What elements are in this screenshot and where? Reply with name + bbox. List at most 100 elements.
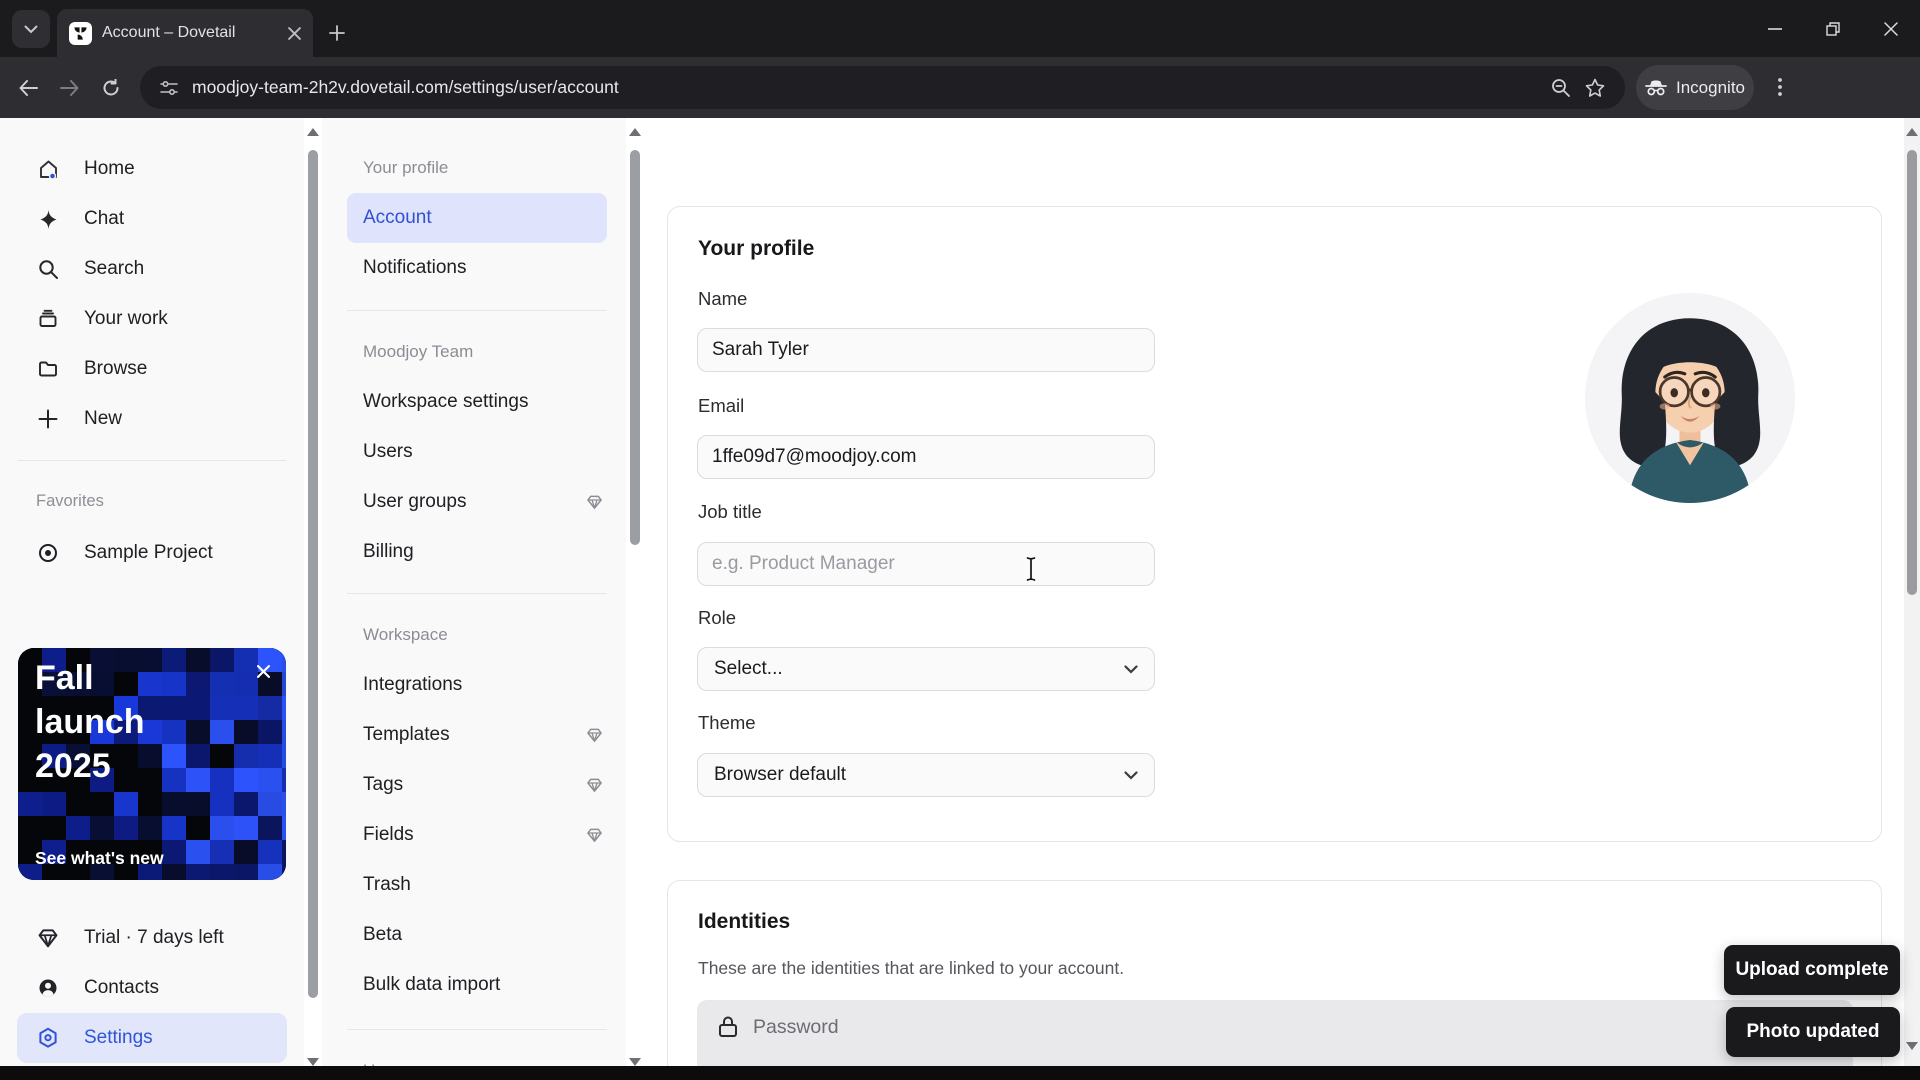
nav-item-integrations[interactable]: Integrations xyxy=(322,660,626,710)
sidebar-item-chat[interactable]: Chat xyxy=(0,194,304,244)
theme-select[interactable]: Browser default xyxy=(697,753,1155,797)
identity-label: Password xyxy=(753,1015,839,1039)
nav-item-billing[interactable]: Billing xyxy=(322,527,626,577)
minimize-button[interactable] xyxy=(1746,0,1804,57)
nav-item-users[interactable]: Users xyxy=(322,427,626,477)
sidebar-item-new[interactable]: New xyxy=(0,394,304,444)
nav-item-workspace-settings[interactable]: Workspace settings xyxy=(322,377,626,427)
screen-bottom-edge xyxy=(0,1066,1920,1080)
chevron-down-icon xyxy=(24,25,38,34)
job-title-input[interactable] xyxy=(697,542,1155,586)
forward-button[interactable] xyxy=(50,69,88,107)
toast-upload-complete: Upload complete xyxy=(1724,945,1900,995)
nav-item-bulk-data-import[interactable]: Bulk data import xyxy=(322,960,626,1010)
promo-title: Fall launch 2025 xyxy=(35,656,195,788)
sidebar-item-contacts[interactable]: Contacts xyxy=(0,963,304,1013)
page-scrollbar[interactable] xyxy=(1904,118,1920,1080)
nav-item-user-groups[interactable]: User groups xyxy=(322,477,626,527)
name-label: Name xyxy=(698,288,747,310)
browser-menu-button[interactable] xyxy=(1764,70,1796,104)
nav-item-account[interactable]: Account xyxy=(347,193,607,243)
gem-badge-icon xyxy=(586,494,603,510)
browser-tab[interactable]: Account – Dovetail xyxy=(57,9,313,57)
scroll-up-icon[interactable] xyxy=(629,126,641,138)
page-content: Home Chat Search Your work Browse xyxy=(0,118,1920,1080)
incognito-icon xyxy=(1645,79,1667,96)
plus-icon xyxy=(329,25,345,41)
new-tab-button[interactable] xyxy=(322,18,352,48)
tab-search-button[interactable] xyxy=(12,10,50,48)
address-bar[interactable]: moodjoy-team-2h2v.dovetail.com/settings/… xyxy=(140,66,1625,109)
profile-avatar[interactable] xyxy=(1585,293,1795,503)
sidebar-item-trial[interactable]: Trial · 7 days left xyxy=(0,913,304,963)
sidebar-item-your-work[interactable]: Your work xyxy=(0,294,304,344)
sidebar-item-label: Search xyxy=(84,258,144,280)
target-icon xyxy=(36,542,60,564)
nav-item-notifications[interactable]: Notifications xyxy=(322,243,626,293)
role-select[interactable]: Select... xyxy=(697,647,1155,691)
settings-nav-scrollbar[interactable] xyxy=(626,118,644,1080)
email-input[interactable] xyxy=(697,435,1155,479)
sidebar-item-label: Sample Project xyxy=(84,542,213,564)
scrollbar-thumb[interactable] xyxy=(1907,150,1917,595)
promo-card[interactable]: Fall launch 2025 See what's new xyxy=(18,648,286,880)
sidebar-item-sample-project[interactable]: Sample Project xyxy=(0,528,304,578)
nav-item-trash[interactable]: Trash xyxy=(322,860,626,910)
email-label: Email xyxy=(698,395,744,417)
nav-divider xyxy=(347,593,607,594)
plus-icon xyxy=(36,409,60,429)
sidebar-item-browse[interactable]: Browse xyxy=(0,344,304,394)
reload-button[interactable] xyxy=(92,69,130,107)
nav-item-fields[interactable]: Fields xyxy=(322,810,626,860)
nav-section-header: Your profile xyxy=(363,158,448,178)
sidebar-item-settings[interactable]: Settings xyxy=(17,1013,287,1063)
sidebar-item-search[interactable]: Search xyxy=(0,244,304,294)
scroll-up-icon[interactable] xyxy=(307,126,319,138)
url-text[interactable]: moodjoy-team-2h2v.dovetail.com/settings/… xyxy=(192,77,1537,98)
sidebar-item-label: Trial · 7 days left xyxy=(84,927,224,949)
scroll-down-icon[interactable] xyxy=(1906,1040,1918,1052)
settings-main: Your profile Name Email Job title Role S… xyxy=(644,118,1904,1080)
back-arrow-icon xyxy=(19,80,38,96)
identities-description: These are the identities that are linked… xyxy=(698,958,1124,979)
kebab-menu-icon xyxy=(1778,78,1782,96)
close-window-button[interactable] xyxy=(1862,0,1920,57)
gem-badge-icon xyxy=(586,777,603,793)
scrollbar-thumb[interactable] xyxy=(308,150,318,998)
tab-close-icon[interactable] xyxy=(288,27,301,40)
dovetail-favicon-icon xyxy=(69,22,92,45)
job-title-label: Job title xyxy=(698,501,762,523)
close-icon xyxy=(1884,22,1898,36)
back-button[interactable] xyxy=(9,69,47,107)
scrollbar-thumb[interactable] xyxy=(630,150,640,545)
home-icon xyxy=(36,158,60,181)
promo-close-icon[interactable] xyxy=(250,658,276,684)
nav-item-tags[interactable]: Tags xyxy=(322,760,626,810)
folder-icon xyxy=(36,358,60,380)
zoom-out-icon[interactable] xyxy=(1551,78,1571,98)
bookmark-star-icon[interactable] xyxy=(1585,78,1605,98)
window-controls xyxy=(1746,0,1920,57)
nav-item-beta[interactable]: Beta xyxy=(322,910,626,960)
name-input[interactable] xyxy=(697,328,1155,372)
nav-item-templates[interactable]: Templates xyxy=(322,710,626,760)
theme-label: Theme xyxy=(698,712,756,734)
promo-cta-link[interactable]: See what's new xyxy=(35,848,164,869)
sidebar-item-label: Your work xyxy=(84,308,168,330)
settings-nav: Your profile Account Notifications Moodj… xyxy=(322,118,626,1080)
scroll-up-icon[interactable] xyxy=(1906,126,1918,138)
restore-button[interactable] xyxy=(1804,0,1862,57)
gem-icon xyxy=(36,928,60,948)
sidebar-scrollbar[interactable] xyxy=(304,118,322,1080)
site-info-icon[interactable] xyxy=(160,80,178,96)
toast-photo-updated: Photo updated xyxy=(1726,1007,1900,1057)
sidebar-item-label: Contacts xyxy=(84,977,159,999)
text-cursor-icon xyxy=(1024,556,1038,582)
chevron-down-icon xyxy=(1124,665,1138,674)
identities-card-title: Identities xyxy=(698,910,790,934)
tab-strip: Account – Dovetail xyxy=(0,0,1920,57)
nav-divider xyxy=(347,1029,607,1030)
sidebar-item-home[interactable]: Home xyxy=(0,144,304,194)
incognito-label: Incognito xyxy=(1676,78,1745,98)
chevron-down-icon xyxy=(1124,771,1138,780)
